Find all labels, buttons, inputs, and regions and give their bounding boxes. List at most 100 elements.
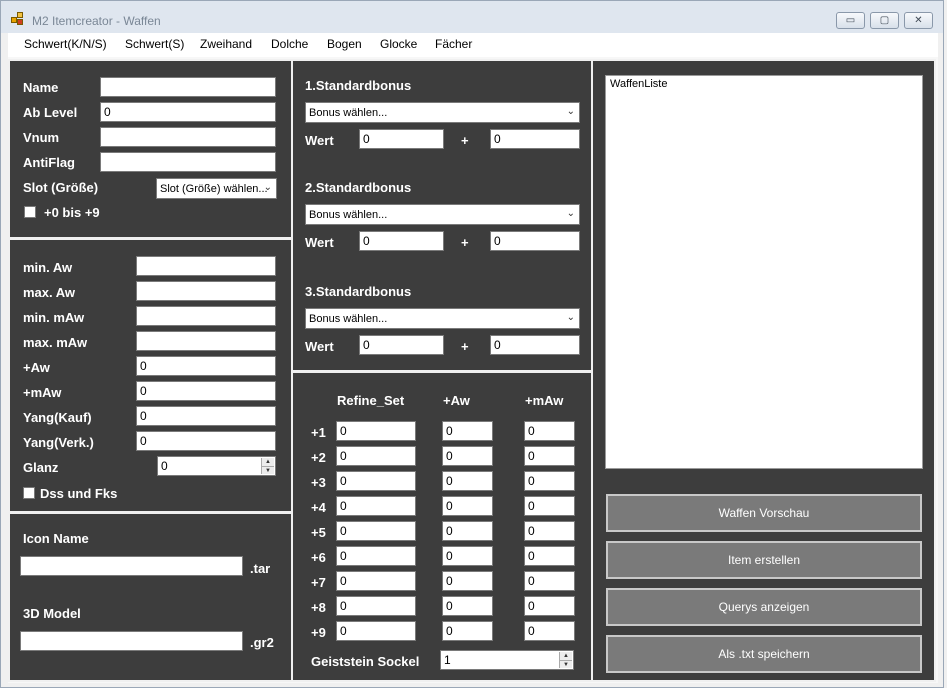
menu-bar: Schwert(K/N/S) Schwert(S) Zweihand Dolch…	[8, 33, 938, 57]
min-maw-input[interactable]	[136, 306, 276, 326]
refine-row-label: +3	[311, 475, 326, 490]
waffen-vorschau-button[interactable]: Waffen Vorschau	[606, 494, 922, 532]
refine-set-input[interactable]: 0	[336, 421, 416, 441]
vnum-input[interactable]	[100, 127, 276, 147]
refine-aw-input[interactable]: 0	[442, 446, 493, 466]
list-panel: WaffenListe Waffen Vorschau Item erstell…	[591, 59, 936, 682]
bonus-2-select[interactable]: Bonus wählen... ⌄	[305, 204, 580, 225]
bonus-3-value2-input[interactable]: 0	[490, 335, 580, 355]
refine-set-input[interactable]: 0	[336, 471, 416, 491]
slot-select-value: Slot (Größe) wählen...	[160, 183, 268, 195]
sockel-label: Geiststein Sockel	[311, 654, 420, 669]
min-aw-input[interactable]	[136, 256, 276, 276]
bonus-1-select[interactable]: Bonus wählen... ⌄	[305, 102, 580, 123]
max-maw-input[interactable]	[136, 331, 276, 351]
menu-dolche[interactable]: Dolche	[271, 37, 308, 51]
icon-name-input[interactable]	[20, 556, 243, 576]
glanz-value: 0	[161, 459, 168, 473]
dss-checkbox[interactable]	[23, 487, 35, 499]
refine-set-input[interactable]: 0	[336, 571, 416, 591]
bonus-3-select[interactable]: Bonus wählen... ⌄	[305, 308, 580, 329]
refine-aw-input[interactable]: 0	[442, 546, 493, 566]
stats-panel: min. Aw max. Aw min. mAw max. mAw +Aw 0 …	[8, 238, 293, 513]
maximize-button[interactable]: ▢	[870, 12, 899, 29]
refine-aw-input[interactable]: 0	[442, 571, 493, 591]
chevron-down-icon: ⌄	[566, 312, 575, 323]
waffen-list-item[interactable]: WaffenListe	[610, 78, 667, 90]
chevron-down-icon: ⌄	[566, 208, 575, 219]
glanz-stepper[interactable]: 0 ▲ ▼	[157, 456, 276, 476]
menu-glocke[interactable]: Glocke	[380, 37, 417, 51]
bonus-3-value-input[interactable]: 0	[359, 335, 444, 355]
name-input[interactable]	[100, 77, 276, 97]
refine-maw-input[interactable]: 0	[524, 471, 575, 491]
refine-maw-input[interactable]: 0	[524, 596, 575, 616]
menu-zweihand[interactable]: Zweihand	[200, 37, 252, 51]
item-erstellen-button[interactable]: Item erstellen	[606, 541, 922, 579]
maximize-icon: ▢	[879, 15, 890, 26]
refine-maw-input[interactable]: 0	[524, 546, 575, 566]
refine-maw-input[interactable]: 0	[524, 496, 575, 516]
minimize-button[interactable]: ▭	[836, 12, 865, 29]
plus-maw-input[interactable]: 0	[136, 381, 276, 401]
bonus-1-value-input[interactable]: 0	[359, 129, 444, 149]
refine-maw-input[interactable]: 0	[524, 621, 575, 641]
refine-set-input[interactable]: 0	[336, 446, 416, 466]
plus-aw-input[interactable]: 0	[136, 356, 276, 376]
yang-kauf-input[interactable]: 0	[136, 406, 276, 426]
spin-buttons-icon[interactable]: ▲ ▼	[559, 652, 572, 668]
menu-schwert-kns[interactable]: Schwert(K/N/S)	[24, 37, 107, 51]
spin-buttons-icon[interactable]: ▲ ▼	[261, 458, 274, 474]
bonus-2-value2-input[interactable]: 0	[490, 231, 580, 251]
refine-maw-input[interactable]: 0	[524, 446, 575, 466]
title-bar[interactable]: M2 Itemcreator - Waffen ▭ ▢ ✕	[1, 1, 943, 33]
bonus-3-title: 3.Standardbonus	[305, 284, 412, 299]
vnum-label: Vnum	[23, 130, 60, 145]
refine-panel: Refine_Set +Aw +mAw +1 0 0 0 +2 0 0 0 +3 0 0 0 +4 0 0 0…	[291, 371, 593, 682]
refine-set-input[interactable]: 0	[336, 546, 416, 566]
refine-aw-input[interactable]: 0	[442, 521, 493, 541]
bonus-1-value2-input[interactable]: 0	[490, 129, 580, 149]
plus-checkbox[interactable]	[24, 206, 36, 218]
querys-anzeigen-button[interactable]: Querys anzeigen	[606, 588, 922, 626]
app-grid-icon	[11, 12, 25, 26]
model-input[interactable]	[20, 631, 243, 651]
client-area: Name Ab Level 0 Vnum AntiFlag Slot (Größ…	[8, 57, 938, 683]
refine-aw-input[interactable]: 0	[442, 471, 493, 491]
waffen-list[interactable]: WaffenListe	[605, 75, 923, 469]
max-aw-label: max. Aw	[23, 285, 76, 300]
plus-maw-label: +mAw	[23, 385, 62, 400]
refine-maw-input[interactable]: 0	[524, 421, 575, 441]
refine-aw-input[interactable]: 0	[442, 621, 493, 641]
max-aw-input[interactable]	[136, 281, 276, 301]
als-txt-speichern-button[interactable]: Als .txt speichern	[606, 635, 922, 673]
menu-schwert-s[interactable]: Schwert(S)	[125, 37, 184, 51]
antiflag-label: AntiFlag	[23, 155, 75, 170]
close-button[interactable]: ✕	[904, 12, 933, 29]
refine-maw-input[interactable]: 0	[524, 521, 575, 541]
refine-set-input[interactable]: 0	[336, 596, 416, 616]
menu-faecher[interactable]: Fächer	[435, 37, 472, 51]
refine-row-label: +7	[311, 575, 326, 590]
refine-set-input[interactable]: 0	[336, 621, 416, 641]
icon-name-label: Icon Name	[23, 531, 89, 546]
slot-select[interactable]: Slot (Größe) wählen... ⌄	[156, 178, 277, 199]
bonus-2-value-input[interactable]: 0	[359, 231, 444, 251]
glanz-label: Glanz	[23, 460, 59, 475]
refine-set-input[interactable]: 0	[336, 496, 416, 516]
refine-aw-input[interactable]: 0	[442, 596, 493, 616]
menu-bogen[interactable]: Bogen	[327, 37, 362, 51]
refine-maw-header: +mAw	[525, 393, 564, 408]
refine-row-label: +5	[311, 525, 326, 540]
level-input[interactable]: 0	[100, 102, 276, 122]
yang-verk-input[interactable]: 0	[136, 431, 276, 451]
refine-maw-input[interactable]: 0	[524, 571, 575, 591]
sockel-stepper[interactable]: 1 ▲ ▼	[440, 650, 574, 670]
refine-aw-input[interactable]: 0	[442, 421, 493, 441]
files-panel: Icon Name .tar 3D Model .gr2	[8, 512, 293, 682]
slot-label: Slot (Größe)	[23, 180, 99, 195]
refine-aw-input[interactable]: 0	[442, 496, 493, 516]
refine-set-input[interactable]: 0	[336, 521, 416, 541]
bonus-3-wert-label: Wert	[305, 339, 334, 354]
antiflag-input[interactable]	[100, 152, 276, 172]
